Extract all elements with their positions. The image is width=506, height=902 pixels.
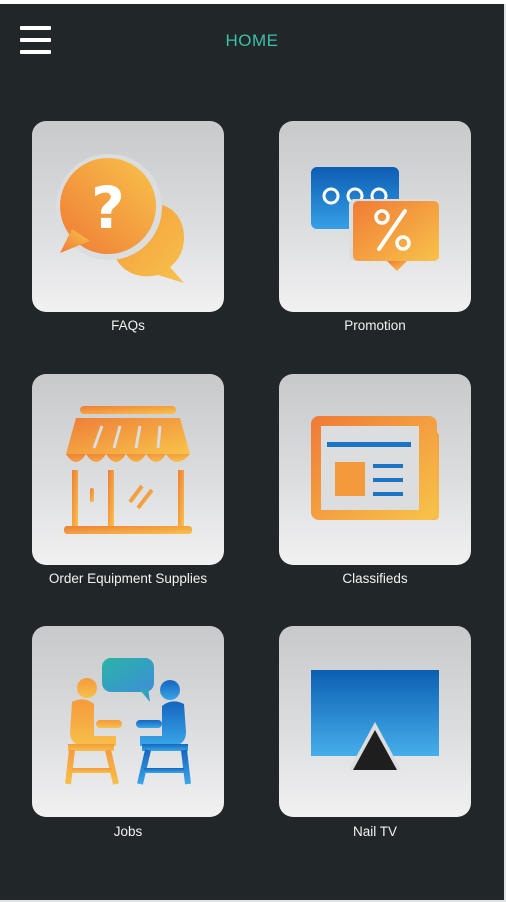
job-interview-icon — [65, 658, 191, 785]
tile-order-equipment-supplies[interactable] — [32, 374, 224, 565]
storefront-icon — [64, 406, 192, 534]
tile-label-nail-tv: Nail TV — [352, 824, 397, 839]
tile-label-faqs: FAQs — [111, 318, 145, 333]
tile-jobs[interactable] — [32, 626, 224, 817]
tile-classifieds[interactable] — [279, 374, 471, 565]
tile-label-classifieds: Classifieds — [342, 571, 408, 586]
faq-chat-icon: ? — [56, 154, 184, 283]
tv-screen-icon — [311, 670, 439, 770]
tile-faqs[interactable]: ? — [32, 121, 224, 312]
app-screen: HOME ? FAQs Promotion Order Equipment Su… — [0, 4, 506, 902]
tile-nail-tv[interactable] — [279, 626, 471, 817]
tile-label-promotion: Promotion — [344, 318, 406, 333]
tile-label-order-equipment-supplies: Order Equipment Supplies — [48, 571, 208, 586]
svg-text:?: ? — [91, 174, 125, 242]
tile-label-jobs: Jobs — [113, 824, 143, 839]
page-title: HOME — [225, 31, 279, 50]
promotion-tag-icon — [311, 167, 439, 271]
tile-promotion[interactable] — [279, 121, 471, 312]
newspaper-icon — [311, 416, 439, 520]
